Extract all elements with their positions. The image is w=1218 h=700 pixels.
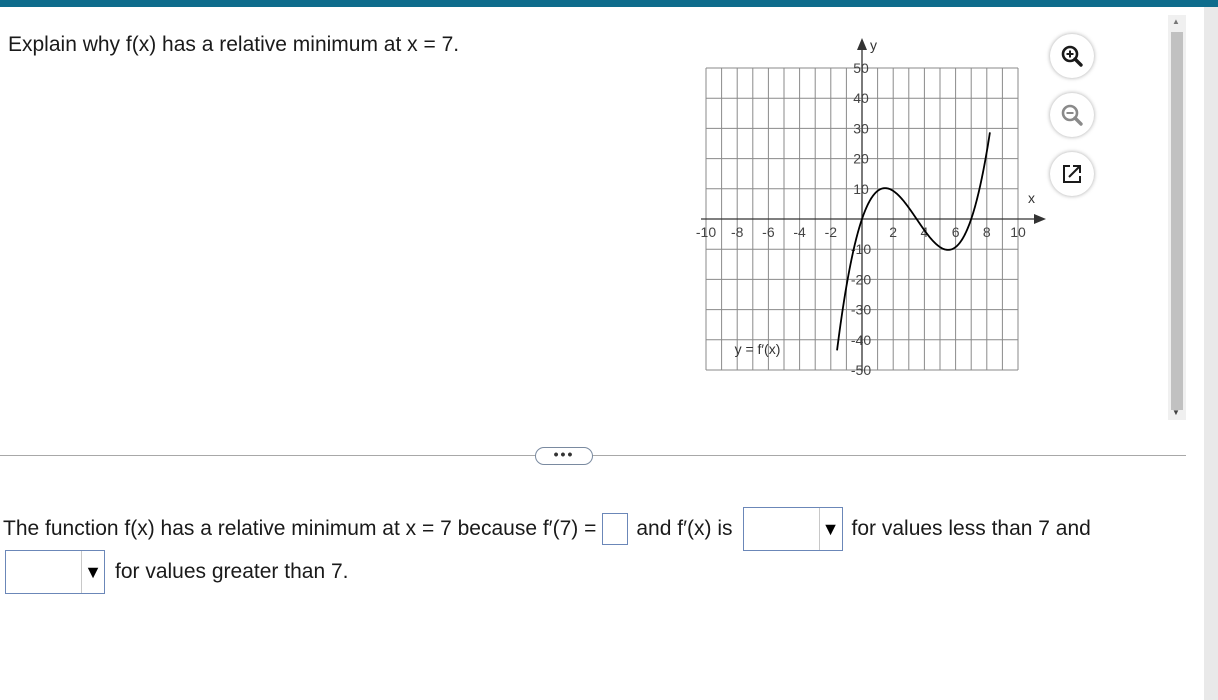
popout-button[interactable] (1050, 152, 1094, 196)
expand-more-button[interactable]: ••• (535, 447, 593, 465)
zoom-out-icon (1061, 104, 1083, 126)
scroll-down-icon[interactable]: ▼ (1172, 409, 1180, 417)
answer-text-4: for values greater than 7. (115, 560, 349, 583)
x-tick-label: 6 (952, 224, 960, 240)
section-divider (0, 455, 1186, 456)
y-tick-label: 40 (853, 90, 869, 106)
x-tick-label: 10 (1010, 224, 1026, 240)
x-tick-label: -10 (696, 224, 716, 240)
external-window-icon (1063, 165, 1081, 183)
fprime-value-input[interactable] (602, 513, 629, 545)
answer-text-3: for values less than 7 and (851, 517, 1091, 540)
sign-right-dropdown[interactable]: ▼ (5, 550, 105, 594)
x-tick-label: -8 (731, 224, 744, 240)
y-tick-label: 10 (853, 181, 869, 197)
x-tick-label: -6 (762, 224, 775, 240)
sign-left-dropdown[interactable]: ▼ (742, 507, 843, 551)
vertical-scrollbar[interactable]: ▲ ▼ (1168, 15, 1186, 420)
x-axis-arrow (1034, 214, 1046, 224)
y-axis-arrow (857, 38, 867, 50)
top-accent-bar (0, 0, 1218, 7)
answer-statement: The function f(x) has a relative minimum… (3, 507, 1091, 551)
curve-label: y = f′(x) (735, 341, 781, 357)
dropdown-arrow-icon[interactable]: ▼ (818, 508, 842, 550)
x-tick-label: 2 (889, 224, 897, 240)
zoom-out-button[interactable] (1050, 93, 1094, 137)
y-tick-label: 50 (853, 60, 869, 76)
y-tick-label: -50 (851, 362, 871, 378)
sign-left-value (744, 508, 819, 550)
y-tick-label: -20 (851, 271, 871, 287)
x-tick-label: -4 (793, 224, 806, 240)
derivative-graph: x y -10 -8 -6 -4 -2 2 4 6 8 10 50 40 30 20 10 -10 -20 -30 -4… (688, 32, 1048, 382)
answer-statement-cont: ▼ for values greater than 7. (5, 550, 348, 594)
x-axis-label: x (1028, 190, 1035, 206)
dropdown-arrow-icon[interactable]: ▼ (81, 551, 104, 593)
y-tick-label: 30 (853, 120, 869, 136)
y-tick-label: -40 (851, 332, 871, 348)
answer-text-2: and f′(x) is (636, 517, 733, 540)
window-edge (1204, 7, 1218, 700)
answer-text-1: The function f(x) has a relative minimum… (3, 517, 597, 540)
question-prompt: Explain why f(x) has a relative minimum … (8, 33, 460, 56)
y-tick-label: 20 (853, 151, 869, 167)
scroll-up-icon[interactable]: ▲ (1172, 18, 1180, 26)
sign-right-value (6, 551, 81, 593)
x-tick-label: 8 (983, 224, 991, 240)
x-tick-label: -2 (825, 224, 838, 240)
y-axis-label: y (870, 37, 877, 53)
zoom-in-icon (1061, 45, 1083, 67)
scroll-thumb[interactable] (1171, 32, 1183, 410)
zoom-in-button[interactable] (1050, 34, 1094, 78)
y-tick-label: -30 (851, 302, 871, 318)
